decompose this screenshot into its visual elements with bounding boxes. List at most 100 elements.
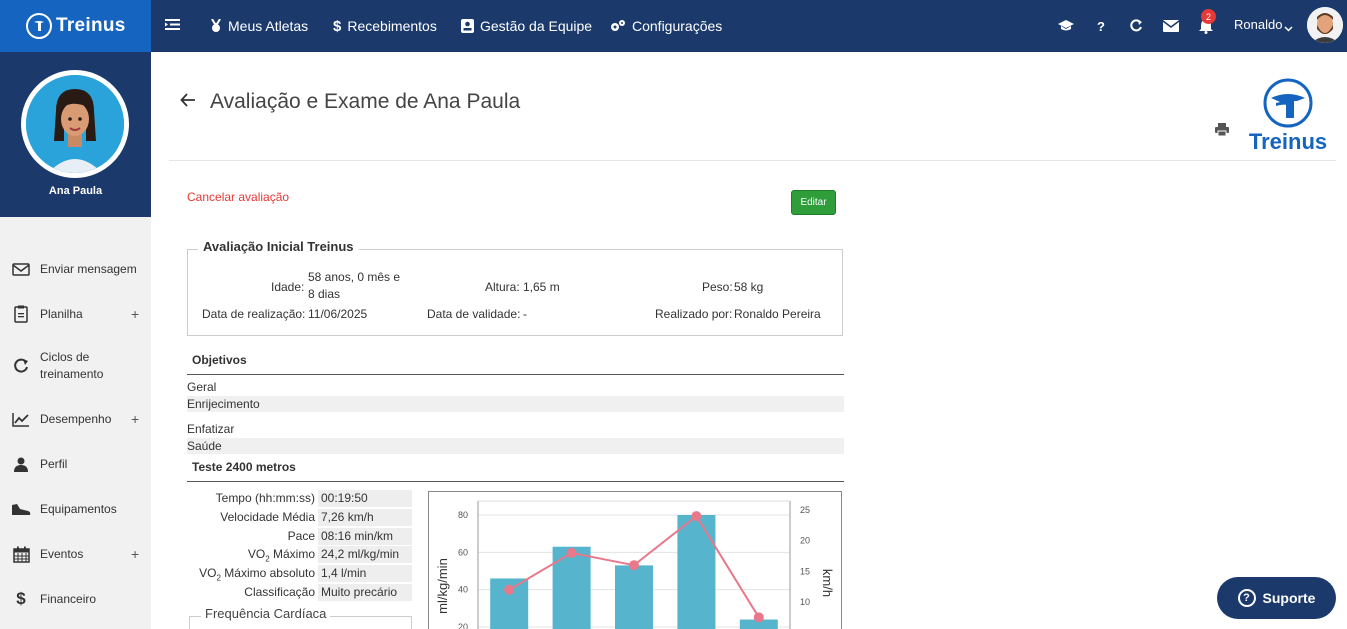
nav-gestao-equipe[interactable]: Gestão da Equipe	[461, 0, 592, 52]
performance-chart: 20 40 60 80 10 15 20 25 ml/kg/min km/h	[435, 500, 835, 629]
athlete-name: Ana Paula	[48, 185, 103, 197]
nav-configuracoes[interactable]: Configurações	[610, 0, 722, 52]
teste-row-vo2-max: VO2 Máximo 24,2 ml/kg/min	[187, 546, 412, 563]
evaluation-legend: Avaliação Inicial Treinus	[198, 239, 359, 254]
nav-label: Meus Atletas	[228, 18, 309, 34]
y2-tick-label: 10	[800, 597, 810, 607]
teste-label: Velocidade Média	[220, 510, 315, 524]
cancel-evaluation-link[interactable]: Cancelar avaliação	[187, 190, 289, 204]
chart-bar	[615, 565, 653, 629]
print-icon[interactable]	[1215, 123, 1229, 141]
expand-plus-icon[interactable]: +	[131, 411, 139, 427]
chart-point	[629, 560, 639, 571]
user-menu-name[interactable]: Ronaldo	[1234, 17, 1282, 32]
envelope-icon	[11, 259, 31, 279]
teste-label: Classificação	[244, 585, 315, 599]
nav-label: Gestão da Equipe	[480, 18, 593, 34]
data-validade-value: -	[523, 307, 527, 321]
teste-value: 00:19:50	[318, 490, 412, 507]
y2-tick-label: 20	[800, 536, 810, 546]
sidebar-item-enviar-mensagem[interactable]: Enviar mensagem	[0, 259, 151, 279]
graduation-cap-icon[interactable]	[1056, 16, 1076, 36]
menu-toggle-icon[interactable]	[165, 17, 180, 37]
logo-text: Treinus	[1249, 129, 1327, 154]
realizado-label: Realizado por:	[655, 307, 733, 321]
y2-tick-label: 15	[800, 566, 810, 576]
y-tick-label: 60	[458, 547, 468, 557]
notification-badge: 2	[1201, 9, 1216, 24]
chart-bar	[677, 515, 716, 629]
y2-axis-label: km/h	[820, 569, 835, 597]
chart-bar	[552, 546, 591, 629]
teste-value: Muito precário	[318, 584, 412, 601]
sidebar-item-label: Eventos	[40, 546, 84, 561]
user-avatar[interactable]	[1307, 7, 1343, 43]
athlete-avatar[interactable]	[21, 70, 129, 178]
cycle-icon	[11, 356, 31, 376]
altura-label: Altura:	[485, 280, 520, 294]
user-icon	[11, 454, 31, 474]
chart-line-icon	[11, 409, 31, 429]
objetivo-enfatizar-value: Saúde	[187, 438, 844, 454]
sync-icon[interactable]	[1126, 16, 1146, 36]
expand-plus-icon[interactable]: +	[131, 546, 139, 562]
treinus-logo-icon	[26, 13, 52, 39]
sidebar-item-financeiro[interactable]: $ Financeiro	[0, 589, 151, 609]
sidebar-item-planilha[interactable]: Planilha +	[0, 304, 151, 324]
support-button[interactable]: ? Suporte	[1217, 577, 1336, 619]
sidebar-item-eventos[interactable]: Eventos +	[0, 544, 151, 564]
sidebar-item-equipamentos[interactable]: Equipamentos	[0, 499, 151, 519]
expand-plus-icon[interactable]: +	[131, 306, 139, 322]
teste-row-tempo: Tempo (hh:mm:ss) 00:19:50	[187, 490, 412, 507]
treinus-logo: Treinus	[1246, 78, 1330, 154]
y-tick-label: 80	[458, 510, 468, 520]
peso-label: Peso:	[702, 280, 733, 294]
y-axis-label: ml/kg/min	[435, 558, 450, 614]
sidebar-item-label: Enviar mensagem	[40, 261, 137, 276]
shoe-icon	[11, 499, 31, 519]
teste-value: 7,26 km/h	[318, 509, 412, 526]
realizado-value: Ronaldo Pereira	[734, 307, 821, 321]
chart-point	[753, 612, 764, 623]
sidebar-item-desempenho[interactable]: Desempenho +	[0, 409, 151, 429]
y-tick-label: 40	[458, 585, 468, 595]
data-realizacao-label: Data de realização:	[202, 307, 306, 321]
sidebar-item-label: Planilha	[40, 306, 83, 321]
id-card-icon	[461, 19, 474, 33]
teste-value: 24,2 ml/kg/min	[318, 546, 412, 563]
top-navbar: Treinus Meus Atletas $ Recebimentos Gest…	[0, 0, 1347, 52]
nav-meus-atletas[interactable]: Meus Atletas	[210, 0, 308, 52]
frequencia-cardiaca-legend: Frequência Cardíaca	[201, 606, 331, 621]
nav-label: Configurações	[632, 18, 723, 34]
nav-recebimentos[interactable]: $ Recebimentos	[333, 0, 437, 52]
idade-value-line2: 8 dias	[308, 287, 341, 301]
page-title: Avaliação e Exame de Ana Paula	[210, 90, 521, 113]
y2-tick-label: 25	[800, 505, 810, 515]
back-arrow-icon[interactable]	[180, 92, 196, 113]
chevron-down-icon[interactable]	[1284, 19, 1293, 37]
sidebar-item-label: Financeiro	[40, 591, 97, 606]
brand-logo[interactable]: Treinus	[0, 0, 151, 52]
medal-icon	[210, 19, 222, 33]
section-divider	[187, 481, 844, 482]
sidebar-item-perfil[interactable]: Perfil	[0, 454, 151, 474]
teste-row-vo2-max-absoluto: VO2 Máximo absoluto 1,4 l/min	[187, 565, 412, 582]
sidebar-item-label: Perfil	[40, 456, 68, 471]
sidebar-item-label: Ciclos de treinamento	[40, 350, 104, 381]
help-icon[interactable]: ?	[1091, 16, 1111, 36]
question-circle-icon: ?	[1237, 589, 1256, 607]
calendar-icon	[11, 544, 31, 564]
athlete-profile-header: Ana Paula	[0, 52, 151, 217]
objetivo-geral-label: Geral	[187, 380, 217, 394]
support-label: Suporte	[1262, 590, 1316, 606]
peso-value: 58 kg	[734, 280, 764, 294]
mail-icon[interactable]	[1161, 16, 1181, 36]
teste-label: Tempo (hh:mm:ss)	[215, 491, 315, 505]
edit-button[interactable]: Editar	[791, 190, 836, 215]
brand-name: Treinus	[56, 15, 126, 36]
section-divider	[187, 374, 844, 375]
teste-row-classificacao: Classificação Muito precário	[187, 584, 412, 601]
gears-icon	[610, 19, 626, 33]
sidebar-item-ciclos[interactable]: Ciclos de treinamento	[0, 348, 151, 384]
data-realizacao-value: 11/06/2025	[308, 307, 368, 321]
